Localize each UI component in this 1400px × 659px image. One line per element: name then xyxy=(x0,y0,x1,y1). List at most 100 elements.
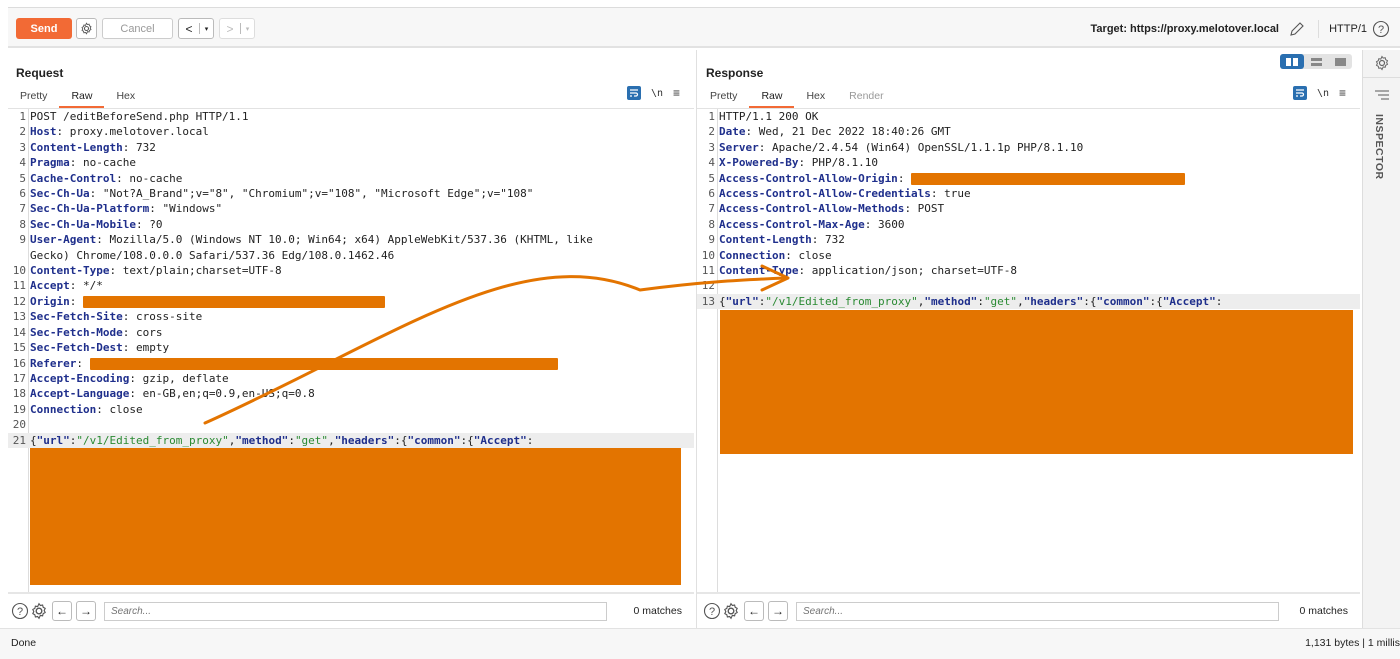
header-value: : Apache/2.4.54 (Win64) OpenSSL/1.1.1p P… xyxy=(758,140,1084,154)
line-number: 17 xyxy=(12,371,26,385)
code-line: 11 Accept: */* xyxy=(8,278,694,293)
layout-single-button[interactable] xyxy=(1328,54,1352,69)
request-pane: Request Pretty Raw Hex \n ≡ 1 POST /editB… xyxy=(8,50,694,628)
line-number: 10 xyxy=(701,248,715,262)
line-content: Referer: xyxy=(28,356,558,371)
editor-menu-icon[interactable]: ≡ xyxy=(1339,86,1346,100)
json-string: "get" xyxy=(983,294,1018,308)
tab-hex[interactable]: Hex xyxy=(794,88,837,108)
inspector-tab[interactable]: INSPECTOR xyxy=(1373,114,1385,180)
gear-icon[interactable] xyxy=(722,602,740,620)
arrow-right-icon: → xyxy=(80,604,92,618)
word-wrap-toggle[interactable] xyxy=(626,86,641,100)
tab-raw[interactable]: Raw xyxy=(59,88,105,108)
layout-side-by-side-button[interactable] xyxy=(1280,54,1304,69)
cancel-button[interactable]: Cancel xyxy=(102,18,173,39)
line-content xyxy=(28,417,30,432)
inspector-menu-icon[interactable] xyxy=(1374,88,1390,102)
gear-icon[interactable] xyxy=(1374,55,1390,71)
header-value: : no-cache xyxy=(69,156,136,170)
target-label: Target: https://proxy.melotover.local xyxy=(1090,23,1279,35)
header-name: Connection xyxy=(719,248,786,262)
send-settings-button[interactable] xyxy=(76,18,97,39)
request-search-input[interactable] xyxy=(104,601,607,621)
line-number: 10 xyxy=(12,264,26,278)
search-previous-button[interactable]: ← xyxy=(744,601,764,621)
json-key: "method" xyxy=(924,294,978,308)
request-editor[interactable]: 1 POST /editBeforeSend.php HTTP/1.1 2 Host:… xyxy=(8,108,694,592)
header-name: Sec-Ch-Ua-Mobile xyxy=(30,217,136,231)
line-number: 15 xyxy=(12,341,26,355)
line-number: 13 xyxy=(701,294,715,308)
request-search-bar: ? ← → 0 matches xyxy=(8,592,694,628)
inspector-sidebar: INSPECTOR xyxy=(1362,50,1400,628)
line-number: 11 xyxy=(701,264,715,278)
json-key: "Accept" xyxy=(1162,294,1216,308)
tab-pretty[interactable]: Pretty xyxy=(698,88,749,108)
response-search-input[interactable] xyxy=(796,601,1279,621)
line-content: Host: proxy.melotover.local xyxy=(28,124,209,139)
line-content: Sec-Ch-Ua-Mobile: ?0 xyxy=(28,217,162,232)
header-name: Content-Length xyxy=(30,140,123,154)
tab-hex[interactable]: Hex xyxy=(104,88,147,108)
line-number: 5 xyxy=(19,171,26,185)
line-content: Server: Apache/2.4.54 (Win64) OpenSSL/1.… xyxy=(717,140,1083,155)
search-next-button[interactable]: → xyxy=(768,601,788,621)
redacted-value xyxy=(911,172,1186,185)
status-text: Done xyxy=(11,637,37,649)
request-view-options: \n ≡ xyxy=(626,86,680,100)
header-name: User-Agent xyxy=(30,233,97,247)
history-back-button[interactable]: < ▾ xyxy=(178,18,214,39)
json-key: "url" xyxy=(725,294,759,308)
word-wrap-toggle[interactable] xyxy=(1292,86,1307,100)
chevron-down-icon[interactable]: ▾ xyxy=(200,25,213,33)
code-line: 3 Server: Apache/2.4.54 (Win64) OpenSSL/1… xyxy=(697,140,1360,155)
search-previous-button[interactable]: ← xyxy=(52,601,72,621)
help-icon[interactable]: ? xyxy=(703,602,721,620)
response-editor[interactable]: 1 HTTP/1.1 200 OK 2 Date: Wed, 21 Dec 2022 … xyxy=(697,108,1360,592)
line-content: Sec-Fetch-Dest: empty xyxy=(28,340,169,355)
line-number: 1 xyxy=(708,110,715,123)
chevron-down-icon[interactable]: ▾ xyxy=(241,25,254,33)
line-number: 4 xyxy=(708,156,715,170)
search-next-button[interactable]: → xyxy=(76,601,96,621)
header-value: : POST xyxy=(904,202,945,216)
tab-render[interactable]: Render xyxy=(837,88,895,108)
tab-pretty[interactable]: Pretty xyxy=(8,88,59,108)
header-value: : "Windows" xyxy=(149,202,223,216)
svg-text:?: ? xyxy=(709,606,715,618)
header-name: Content-Type xyxy=(719,264,799,278)
gear-icon xyxy=(81,22,92,35)
header-value: : "Not?A_Brand";v="8", "Chromium";v="108… xyxy=(89,187,534,201)
line-number: 12 xyxy=(701,279,715,293)
header-value: : 732 xyxy=(811,233,845,247)
arrow-right-icon: → xyxy=(772,604,784,618)
code-line: 1 POST /editBeforeSend.php HTTP/1.1 xyxy=(8,109,694,124)
show-newlines-toggle[interactable]: \n xyxy=(651,88,663,99)
chevron-left-icon: < xyxy=(185,21,193,36)
help-icon[interactable]: ? xyxy=(11,602,29,620)
show-newlines-toggle[interactable]: \n xyxy=(1317,88,1329,99)
json-body: {"url":"/v1/Edited_from_proxy","method":… xyxy=(719,294,1223,308)
edit-target-pencil-icon[interactable] xyxy=(1288,20,1306,38)
gear-icon[interactable] xyxy=(30,602,48,620)
line-content xyxy=(717,278,719,293)
editor-menu-icon[interactable]: ≡ xyxy=(673,86,680,100)
line-number: 7 xyxy=(19,202,26,216)
tab-raw[interactable]: Raw xyxy=(749,88,795,108)
layout-stacked-button[interactable] xyxy=(1304,54,1328,69)
response-pane: Response Pretty Raw Hex Render \n ≡ 1 HTT… xyxy=(696,50,1360,628)
header-value: POST /editBeforeSend.php HTTP/1.1 xyxy=(30,110,249,123)
divider xyxy=(1363,77,1400,78)
header-value: : close xyxy=(96,402,143,416)
line-content: POST /editBeforeSend.php HTTP/1.1 xyxy=(28,109,249,124)
protocol-selector[interactable]: HTTP/1 xyxy=(1329,23,1367,35)
code-line: 10 Connection: close xyxy=(697,248,1360,263)
line-content: Connection: close xyxy=(717,248,832,263)
line-number: 12 xyxy=(12,294,26,308)
line-content: Accept-Language: en-GB,en;q=0.9,en-US;q=… xyxy=(28,386,315,401)
send-button[interactable]: Send xyxy=(16,18,72,39)
header-name: Access-Control-Allow-Origin xyxy=(719,171,898,185)
history-forward-button[interactable]: > ▾ xyxy=(219,18,255,39)
help-icon[interactable]: ? xyxy=(1372,20,1390,38)
